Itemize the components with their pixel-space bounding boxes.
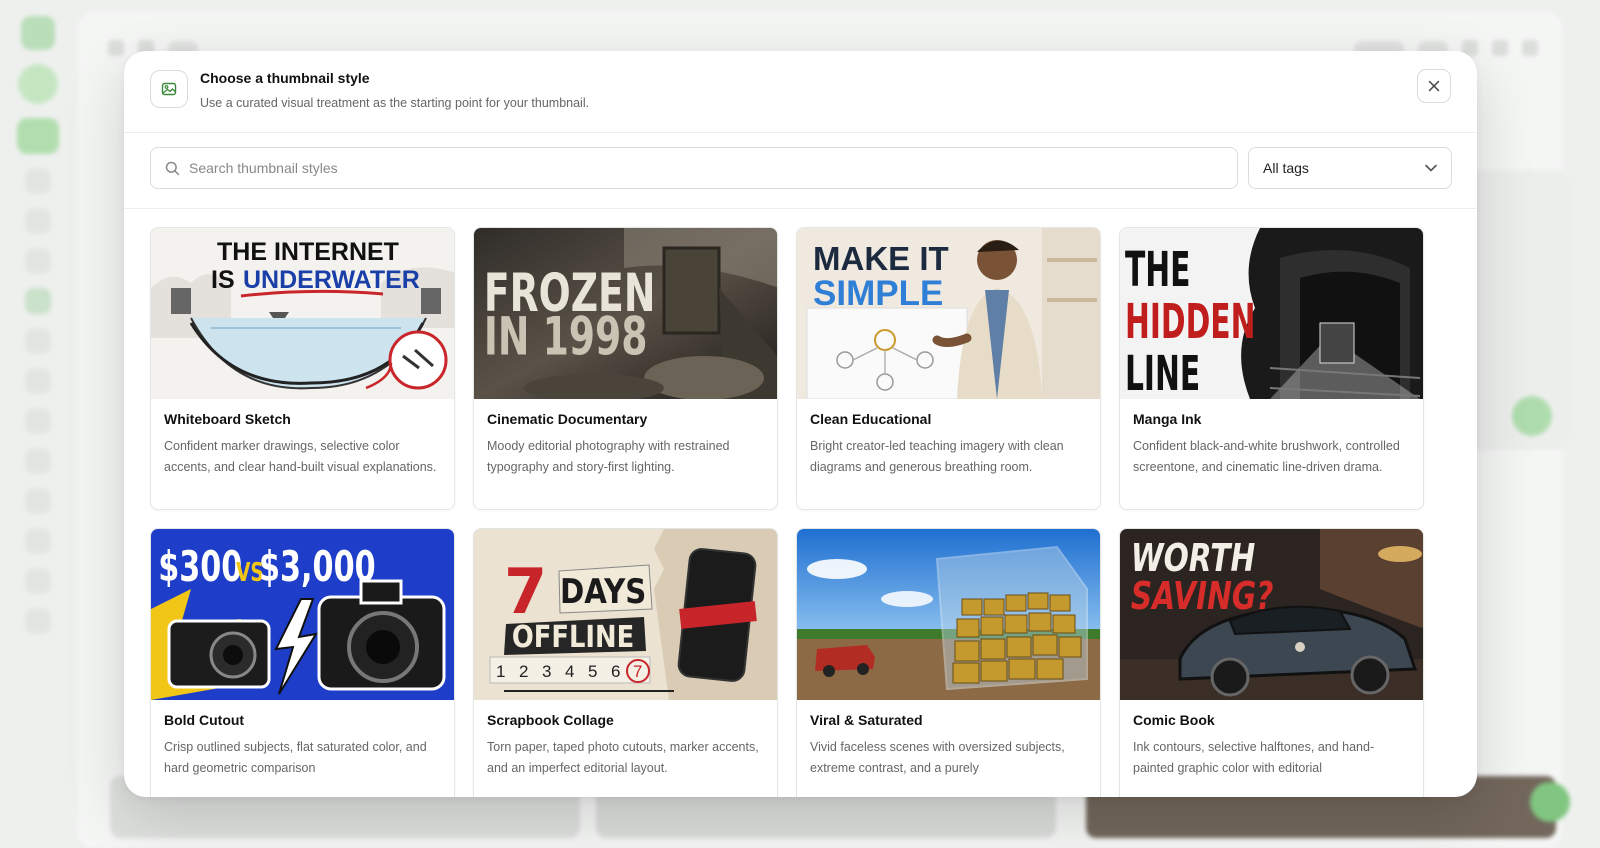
filter-bar: All tags [124, 133, 1477, 209]
thumb-text: 4 [565, 662, 574, 681]
chat-bubble-icon [1530, 782, 1570, 822]
thumb-text: 2 [519, 662, 528, 681]
style-card-clean-educational[interactable]: MAKE IT SIMPLE Clean Educational Bright … [796, 227, 1101, 510]
thumb-text: THE [1125, 243, 1191, 298]
thumb-text: HIDDEN [1125, 295, 1256, 350]
thumb-text: 3 [542, 662, 551, 681]
style-card-name: Viral & Saturated [810, 712, 923, 728]
style-card-name: Comic Book [1133, 712, 1215, 728]
search-icon [165, 161, 180, 175]
style-card-bold-cutout[interactable]: $300 VS $3,000 Bold Cutout Crisp outline… [150, 528, 455, 797]
style-card-description: Vivid faceless scenes with oversized sub… [810, 740, 1065, 775]
thumb-text: $300 [158, 542, 242, 591]
style-card-description: Ink contours, selective halftones, and h… [1133, 740, 1375, 775]
modal-header: Choose a thumbnail style Use a curated v… [124, 51, 1477, 133]
thumb-text: DAYS [560, 573, 646, 612]
style-card-name: Bold Cutout [164, 712, 245, 728]
style-thumbnail: THE INTERNET IS UNDERWATER [151, 228, 454, 399]
thumb-text: 7 [633, 662, 642, 681]
thumb-text: $3,000 [259, 542, 376, 591]
style-thumbnail: $300 VS $3,000 [151, 529, 454, 700]
style-thumbnail: MAKE IT SIMPLE [797, 228, 1100, 399]
modal-title: Choose a thumbnail style [200, 70, 370, 86]
thumb-text: OFFLINE [512, 619, 634, 654]
style-card-description: Confident black-and-white brushwork, con… [1133, 439, 1400, 474]
style-thumbnail: WORTH SAVING? [1120, 529, 1423, 700]
style-card-description: Bright creator-led teaching imagery with… [810, 439, 1064, 474]
search-input[interactable] [189, 160, 1089, 176]
style-card-description: Torn paper, taped photo cutouts, marker … [487, 740, 759, 775]
style-card-cinematic-documentary[interactable]: FROZEN IN 1998 Cinematic Documentary Moo… [473, 227, 778, 510]
search-box[interactable] [150, 147, 1238, 189]
thumb-text: 6 [611, 662, 620, 681]
thumb-text: SIMPLE [813, 274, 943, 313]
style-card-name: Manga Ink [1133, 411, 1202, 427]
style-card-name: Clean Educational [810, 411, 932, 427]
style-thumbnail: FROZEN IN 1998 [474, 228, 777, 399]
thumbnail-style-modal: Choose a thumbnail style Use a curated v… [124, 51, 1477, 797]
style-card-name: Scrapbook Collage [487, 712, 614, 728]
modal-subtitle: Use a curated visual treatment as the st… [200, 96, 590, 110]
style-thumbnail: 7 DAYS OFFLINE 1 2 3 4 5 6 7 [474, 529, 777, 700]
style-card-name: Cinematic Documentary [487, 411, 648, 427]
thumb-text: 5 [588, 662, 597, 681]
style-card-description: Confident marker drawings, selective col… [164, 439, 437, 474]
thumb-text: IS [211, 266, 235, 294]
thumb-text: LINE [1125, 347, 1200, 399]
style-card-description: Crisp outlined subjects, flat saturated … [164, 740, 427, 775]
background-sidebar [16, 16, 60, 832]
image-icon [150, 70, 188, 108]
style-card-comic-book[interactable]: WORTH SAVING? Comic Book Ink contours, s… [1119, 528, 1424, 797]
chevron-down-icon [1425, 164, 1437, 172]
style-card-viral-saturated[interactable]: Viral & Saturated Vivid faceless scenes … [796, 528, 1101, 797]
thumb-text: 7 [504, 555, 547, 628]
thumb-text: IN 1998 [484, 305, 648, 367]
style-grid: THE INTERNET IS UNDERWATER Whiteboard Sk… [150, 227, 1454, 797]
close-icon [1428, 80, 1440, 92]
style-thumbnail [797, 529, 1100, 700]
style-card-whiteboard-sketch[interactable]: THE INTERNET IS UNDERWATER Whiteboard Sk… [150, 227, 455, 510]
style-thumbnail: THE HIDDEN LINE [1120, 228, 1423, 399]
thumb-text: 1 [496, 662, 505, 681]
thumb-text: UNDERWATER [243, 266, 420, 294]
tags-dropdown-value: All tags [1263, 160, 1309, 176]
thumb-text: MAKE IT [813, 240, 949, 277]
style-card-name: Whiteboard Sketch [164, 411, 291, 427]
style-card-description: Moody editorial photography with restrai… [487, 439, 730, 474]
thumb-text: THE INTERNET [217, 238, 399, 266]
close-button[interactable] [1417, 69, 1451, 103]
tags-dropdown[interactable]: All tags [1248, 147, 1452, 189]
style-card-manga-ink[interactable]: THE HIDDEN LINE Manga Ink Confident blac… [1119, 227, 1424, 510]
style-card-scrapbook-collage[interactable]: 7 DAYS OFFLINE 1 2 3 4 5 6 7 Scrapbook C… [473, 528, 778, 797]
thumb-text: SAVING? [1131, 574, 1274, 619]
